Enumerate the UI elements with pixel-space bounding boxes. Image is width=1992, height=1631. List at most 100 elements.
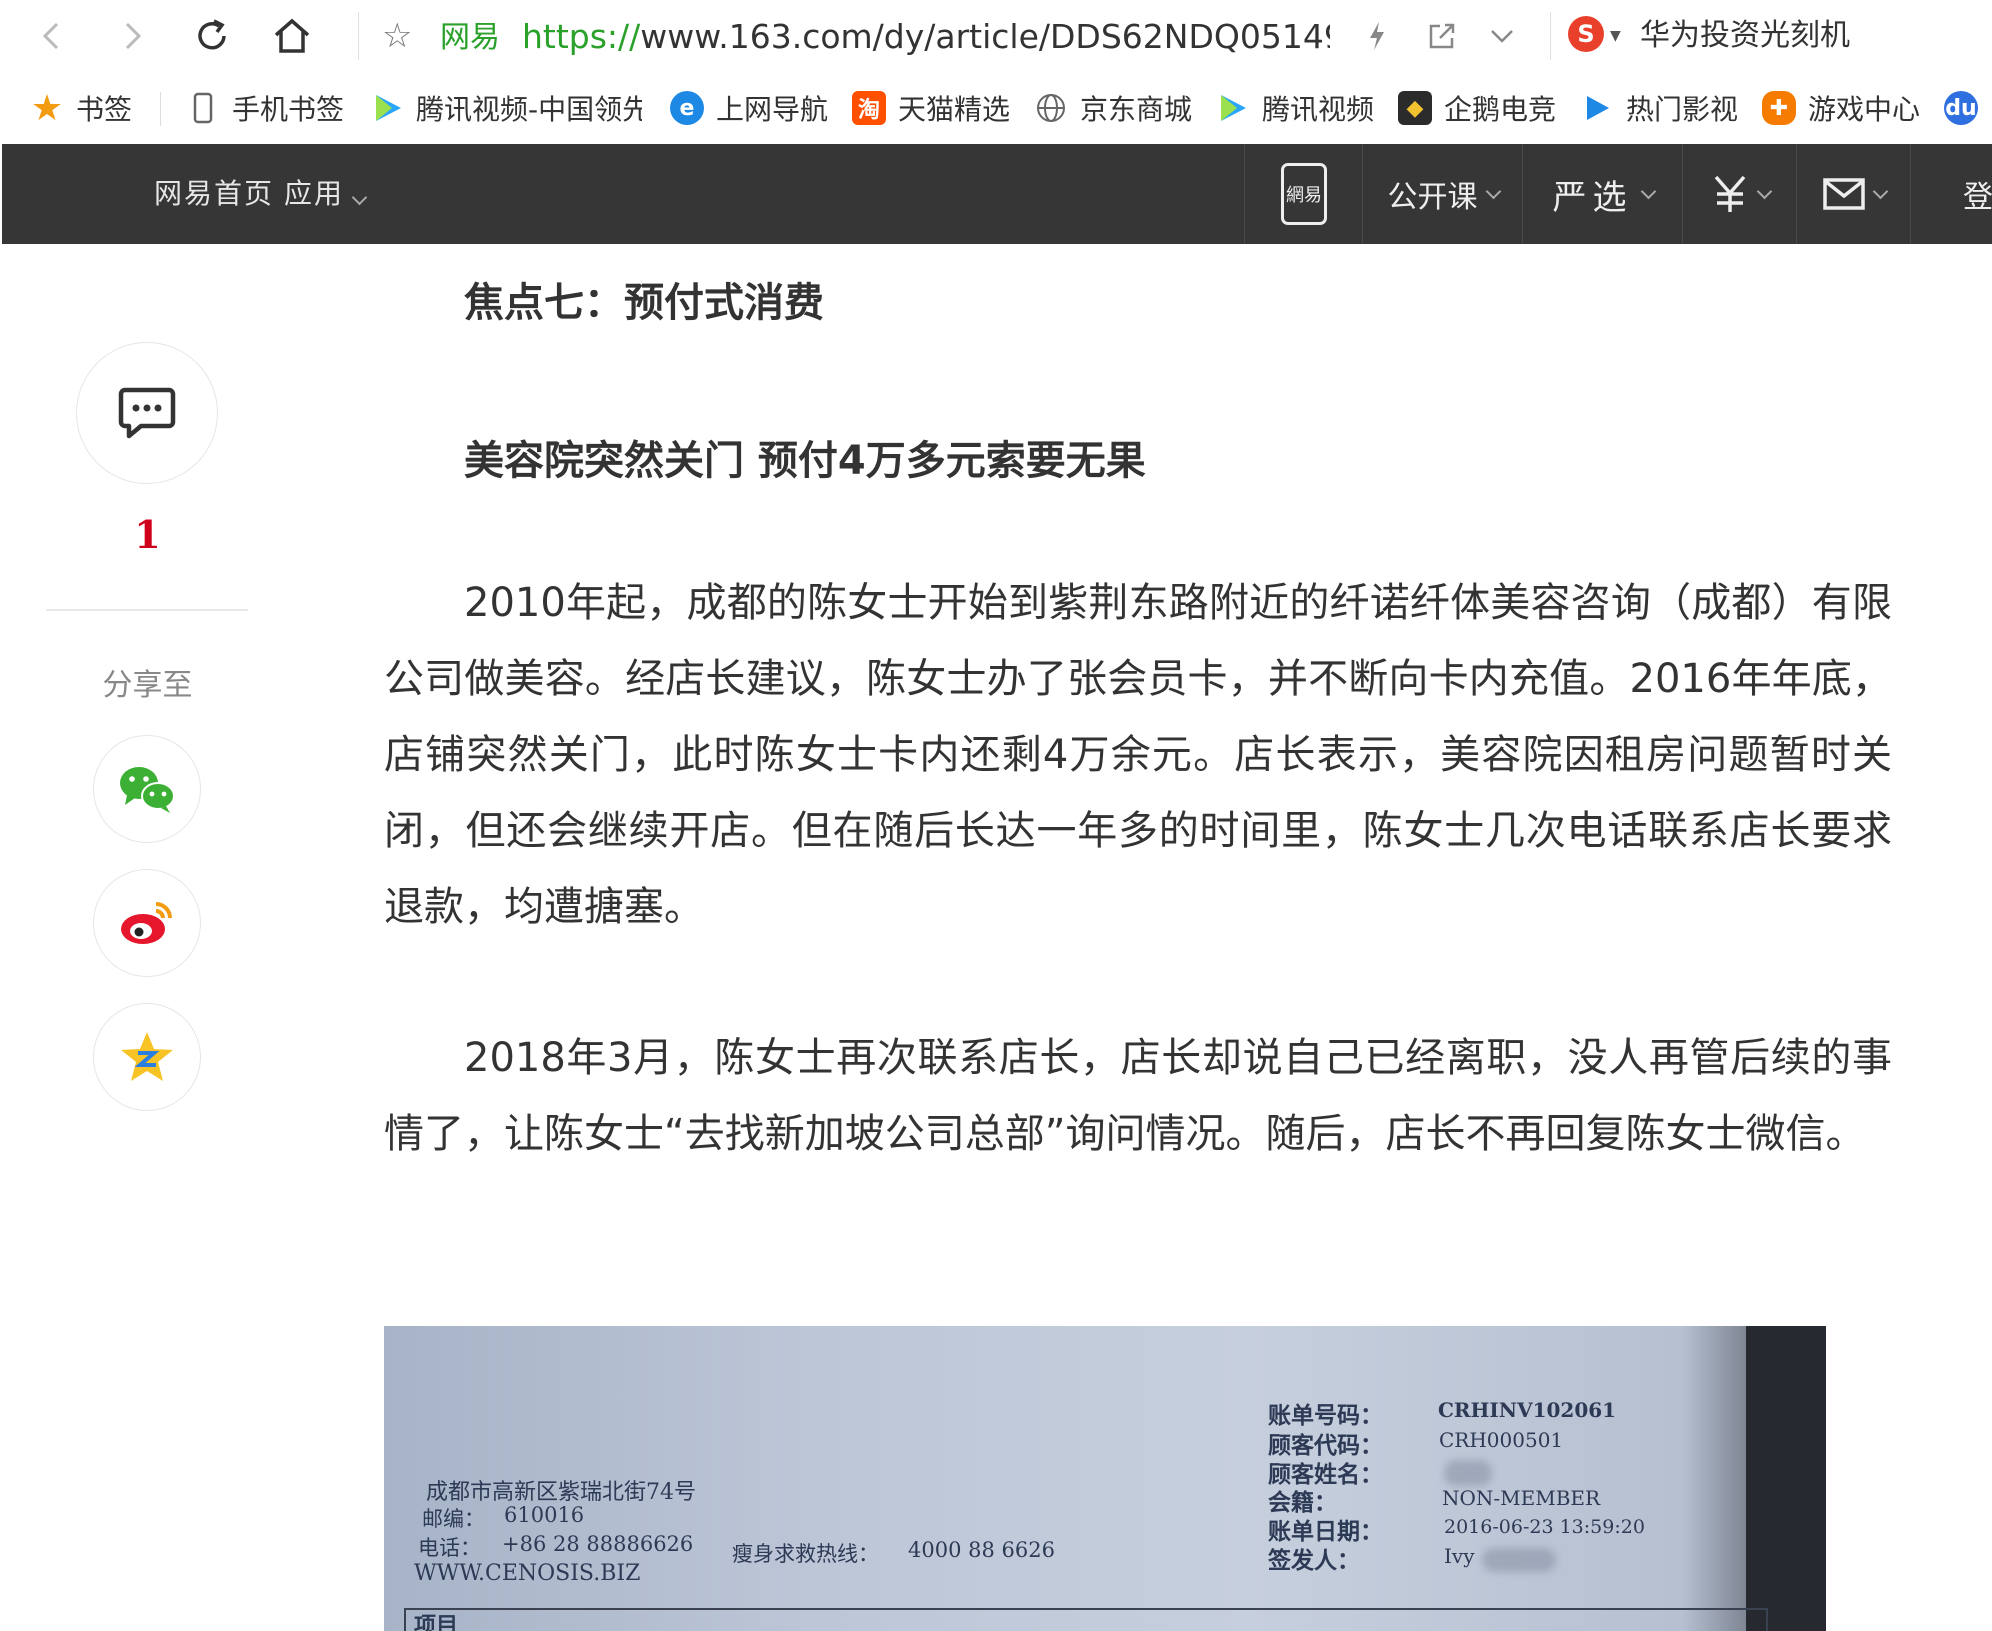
address-bar[interactable]: https://www.163.com/dy/article/DDS62NDQ0… bbox=[522, 16, 1330, 58]
site-nav: 网易首页 应用 網易 公开课 严选 登 bbox=[2, 144, 1992, 244]
chevron-down-icon[interactable] bbox=[1480, 14, 1524, 58]
article-paragraph: 2010年起，成都的陈女士开始到紫荆东路附近的纤诺纤体美容咨询（成都）有限公司做… bbox=[384, 580, 1892, 930]
article-subheading: 美容院突然关门 预付4万多元索要无果 bbox=[464, 438, 1146, 484]
weibo-icon bbox=[121, 902, 172, 944]
bookmark-item[interactable]: 腾讯视频-中国领先 bbox=[372, 86, 642, 130]
receipt-hotline: 4000 88 6626 bbox=[908, 1538, 1055, 1562]
lightning-icon[interactable] bbox=[1355, 14, 1399, 58]
share-wechat-button[interactable] bbox=[93, 735, 201, 843]
bookmark-label: 腾讯视频-中国领先 bbox=[416, 93, 642, 126]
divider bbox=[358, 12, 359, 60]
bookmarks-bar: ★ 书签 手机书签 腾讯视频-中国领先 e 上网导航 淘 天猫精选 京东商城 腾… bbox=[0, 72, 1992, 144]
bookmark-label: 上网导航 bbox=[716, 93, 829, 126]
nav-yanxuan[interactable]: 严选 bbox=[1522, 144, 1683, 244]
nav-login-label: 登 bbox=[1963, 180, 1992, 215]
back-icon[interactable] bbox=[30, 14, 74, 58]
nav-login[interactable]: 登 bbox=[1910, 144, 1992, 244]
url-text: www.163.com/dy/article/DDS62NDQ051492T3 bbox=[640, 17, 1330, 56]
chevron-down-icon bbox=[1640, 183, 1656, 199]
receipt-postcode: 610016 bbox=[504, 1503, 585, 1527]
baidu-icon[interactable]: du bbox=[1944, 86, 1990, 130]
phone-icon bbox=[186, 91, 220, 125]
receipt-phone-label: 电话： bbox=[418, 1536, 481, 1560]
share-qzone-button[interactable] bbox=[93, 1003, 201, 1111]
receipt-bill-no: CRHINV102061 bbox=[1438, 1398, 1617, 1422]
tencent-video-icon bbox=[372, 91, 404, 125]
mail-icon bbox=[1822, 178, 1865, 210]
bookmark-label: 天猫精选 bbox=[898, 93, 1011, 126]
bookmark-item[interactable]: e 上网导航 bbox=[670, 86, 828, 130]
nav-yanxuan-label: 严选 bbox=[1552, 177, 1633, 218]
receipt-bill-date: 2016-06-23 13:59:20 bbox=[1444, 1516, 1645, 1538]
comment-bubble-icon bbox=[118, 387, 176, 439]
blurred-issuer bbox=[1482, 1548, 1556, 1572]
bookmark-item[interactable]: ✚ 游戏中心 bbox=[1762, 86, 1920, 130]
search-query[interactable]: 华为投资光刻机 bbox=[1640, 16, 1850, 56]
comment-button[interactable] bbox=[76, 342, 218, 484]
bookmark-item[interactable]: 手机书签 bbox=[186, 86, 344, 130]
nav-mobile[interactable]: 網易 bbox=[1244, 144, 1363, 244]
engine-dropdown-icon[interactable]: ▼ bbox=[1610, 28, 1621, 44]
section-heading: 焦点七：预付式消费 bbox=[464, 280, 824, 326]
forward-icon[interactable] bbox=[110, 14, 154, 58]
url-scheme: https:// bbox=[522, 17, 641, 56]
qzone-star-icon bbox=[121, 1032, 173, 1081]
tencent-video-icon bbox=[1216, 91, 1250, 125]
bookmark-label: 腾讯视频 bbox=[1262, 93, 1375, 126]
bookmark-item[interactable]: ◆ 企鹅电竞 bbox=[1398, 86, 1556, 130]
receipt-bill-no-label: 账单号码： bbox=[1268, 1402, 1383, 1429]
gamepad-icon: ✚ bbox=[1762, 91, 1796, 125]
receipt-website: WWW.CENOSIS.BIZ bbox=[414, 1561, 641, 1586]
nav-apps-label: 应用 bbox=[284, 177, 345, 210]
bookmark-item[interactable]: 京东商城 bbox=[1034, 86, 1192, 130]
bookmark-label: 企鹅电竞 bbox=[1444, 93, 1557, 126]
star-icon: ★ bbox=[30, 87, 64, 129]
receipt-postcode-label: 邮编： bbox=[422, 1507, 485, 1531]
photo-shadow bbox=[1746, 1326, 1826, 1631]
chevron-down-icon bbox=[351, 189, 368, 206]
ie-icon: e bbox=[670, 91, 704, 125]
bookmark-item[interactable]: 腾讯视频 bbox=[1216, 86, 1374, 130]
bookmark-item[interactable]: 热门影视 bbox=[1580, 86, 1738, 130]
nav-open-course[interactable]: 公开课 bbox=[1362, 144, 1523, 244]
blurred-name bbox=[1444, 1460, 1492, 1486]
netease-logo: 網易 bbox=[1286, 185, 1322, 206]
receipt-membership: NON-MEMBER bbox=[1442, 1486, 1601, 1510]
comment-count[interactable]: 1 bbox=[0, 512, 295, 557]
divider bbox=[46, 609, 248, 611]
receipt-issuer-label: 签发人： bbox=[1268, 1547, 1360, 1574]
nav-open-course-label: 公开课 bbox=[1387, 180, 1478, 215]
chevron-down-icon bbox=[1872, 183, 1888, 199]
home-icon[interactable] bbox=[270, 14, 314, 58]
nav-mail[interactable] bbox=[1796, 144, 1911, 244]
share-weibo-button[interactable] bbox=[93, 869, 201, 977]
divider bbox=[1550, 12, 1551, 60]
bookmark-label: 热门影视 bbox=[1626, 93, 1739, 126]
nav-home-link[interactable]: 网易首页 bbox=[154, 144, 274, 244]
play-icon bbox=[1580, 91, 1614, 125]
globe-icon bbox=[1034, 91, 1068, 125]
share-label: 分享至 bbox=[102, 668, 193, 703]
article-paragraph: 2018年3月，陈女士再次联系店长，店长却说自己已经离职，没人再管后续的事情了，… bbox=[384, 1035, 1892, 1157]
share-icon[interactable] bbox=[1420, 14, 1464, 58]
reload-icon[interactable] bbox=[190, 14, 234, 58]
bookmark-star-icon[interactable]: ☆ bbox=[382, 16, 412, 56]
receipt-item-header: 项目 bbox=[414, 1613, 459, 1631]
nav-apps-link[interactable]: 应用 bbox=[284, 144, 368, 244]
bookmark-label: 手机书签 bbox=[232, 93, 345, 126]
receipt-phone: +86 28 88886626 bbox=[502, 1532, 694, 1556]
wechat-icon bbox=[120, 767, 175, 813]
chevron-down-icon bbox=[1756, 183, 1772, 199]
receipt-photo: 成都市高新区紫瑞北街74号 邮编： 610016 电话： +86 28 8888… bbox=[384, 1326, 1826, 1631]
sogou-search-icon[interactable]: S bbox=[1568, 16, 1604, 52]
bookmark-item[interactable]: 淘 天猫精选 bbox=[852, 86, 1010, 130]
bookmark-label: 游戏中心 bbox=[1808, 93, 1921, 126]
browser-toolbar: ☆ 网易 https://www.163.com/dy/article/DDS6… bbox=[0, 0, 1992, 73]
receipt-hotline-label: 瘦身求救热线： bbox=[732, 1542, 879, 1566]
mobile-phone-icon: 網易 bbox=[1281, 163, 1327, 225]
bookmark-item[interactable]: ★ 书签 bbox=[30, 86, 132, 130]
penguin-esports-icon: ◆ bbox=[1398, 91, 1432, 125]
yen-icon bbox=[1714, 175, 1745, 212]
nav-lottery[interactable] bbox=[1682, 144, 1797, 244]
receipt-table-border bbox=[404, 1608, 1768, 1631]
